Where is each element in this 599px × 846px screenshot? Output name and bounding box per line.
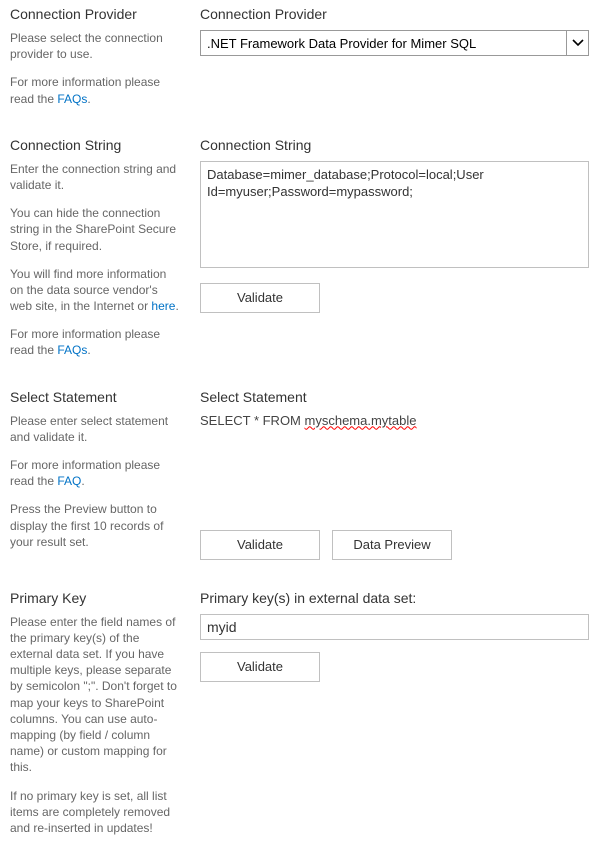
section-select-statement: Select Statement Please enter select sta… <box>10 389 589 560</box>
primary-key-label: Primary key(s) in external data set: <box>200 590 589 606</box>
sidebar-more-info: For more information please read the FAQ… <box>10 457 180 489</box>
primary-key-input[interactable] <box>200 614 589 640</box>
sidebar-desc: You can hide the connection string in th… <box>10 205 180 254</box>
faq-link[interactable]: FAQ <box>57 474 81 488</box>
sidebar-primary-key: Primary Key Please enter the field names… <box>10 590 180 836</box>
primary-key-buttons: Validate <box>200 652 589 682</box>
connection-provider-select[interactable]: .NET Framework Data Provider for Mimer S… <box>200 30 589 56</box>
sidebar-connection-string: Connection String Enter the connection s… <box>10 137 180 359</box>
sidebar-heading: Select Statement <box>10 389 180 405</box>
connection-string-label: Connection String <box>200 137 589 153</box>
panel-connection-string: Connection String Database=mimer_databas… <box>200 137 589 359</box>
section-primary-key: Primary Key Please enter the field names… <box>10 590 589 836</box>
sidebar-desc: Please enter select statement and valida… <box>10 413 180 445</box>
select-statement-input[interactable]: SELECT * FROM myschema.mytable <box>200 413 589 518</box>
sidebar-heading: Connection String <box>10 137 180 153</box>
sidebar-more-info: For more information please read the FAQ… <box>10 326 180 358</box>
connection-string-buttons: Validate <box>200 283 589 313</box>
connection-provider-select-wrap: .NET Framework Data Provider for Mimer S… <box>200 30 589 56</box>
here-link[interactable]: here <box>151 299 175 313</box>
section-connection-string: Connection String Enter the connection s… <box>10 137 589 359</box>
sidebar-desc: Please enter the field names of the prim… <box>10 614 180 776</box>
sidebar-connection-provider: Connection Provider Please select the co… <box>10 6 180 107</box>
panel-connection-provider: Connection Provider .NET Framework Data … <box>200 6 589 107</box>
sidebar-desc: Please select the connection provider to… <box>10 30 180 62</box>
connection-string-input[interactable]: Database=mimer_database;Protocol=local;U… <box>200 161 589 268</box>
sidebar-heading: Connection Provider <box>10 6 180 22</box>
panel-primary-key: Primary key(s) in external data set: Val… <box>200 590 589 836</box>
sidebar-desc: Press the Preview button to display the … <box>10 501 180 550</box>
validate-button[interactable]: Validate <box>200 283 320 313</box>
faqs-link[interactable]: FAQs <box>57 92 87 106</box>
faqs-link[interactable]: FAQs <box>57 343 87 357</box>
select-statement-buttons: Validate Data Preview <box>200 530 589 560</box>
sidebar-desc: Enter the connection string and validate… <box>10 161 180 193</box>
spellcheck-squiggle: myschema.mytable <box>305 413 417 428</box>
validate-button[interactable]: Validate <box>200 652 320 682</box>
data-preview-button[interactable]: Data Preview <box>332 530 452 560</box>
sidebar-desc: You will find more information on the da… <box>10 266 180 315</box>
connection-provider-label: Connection Provider <box>200 6 589 22</box>
select-statement-label: Select Statement <box>200 389 589 405</box>
sidebar-more-info: For more information please read the FAQ… <box>10 74 180 106</box>
validate-button[interactable]: Validate <box>200 530 320 560</box>
section-connection-provider: Connection Provider Please select the co… <box>10 6 589 107</box>
sidebar-desc: If no primary key is set, all list items… <box>10 788 180 837</box>
panel-select-statement: Select Statement SELECT * FROM myschema.… <box>200 389 589 560</box>
sidebar-select-statement: Select Statement Please enter select sta… <box>10 389 180 560</box>
sidebar-heading: Primary Key <box>10 590 180 606</box>
